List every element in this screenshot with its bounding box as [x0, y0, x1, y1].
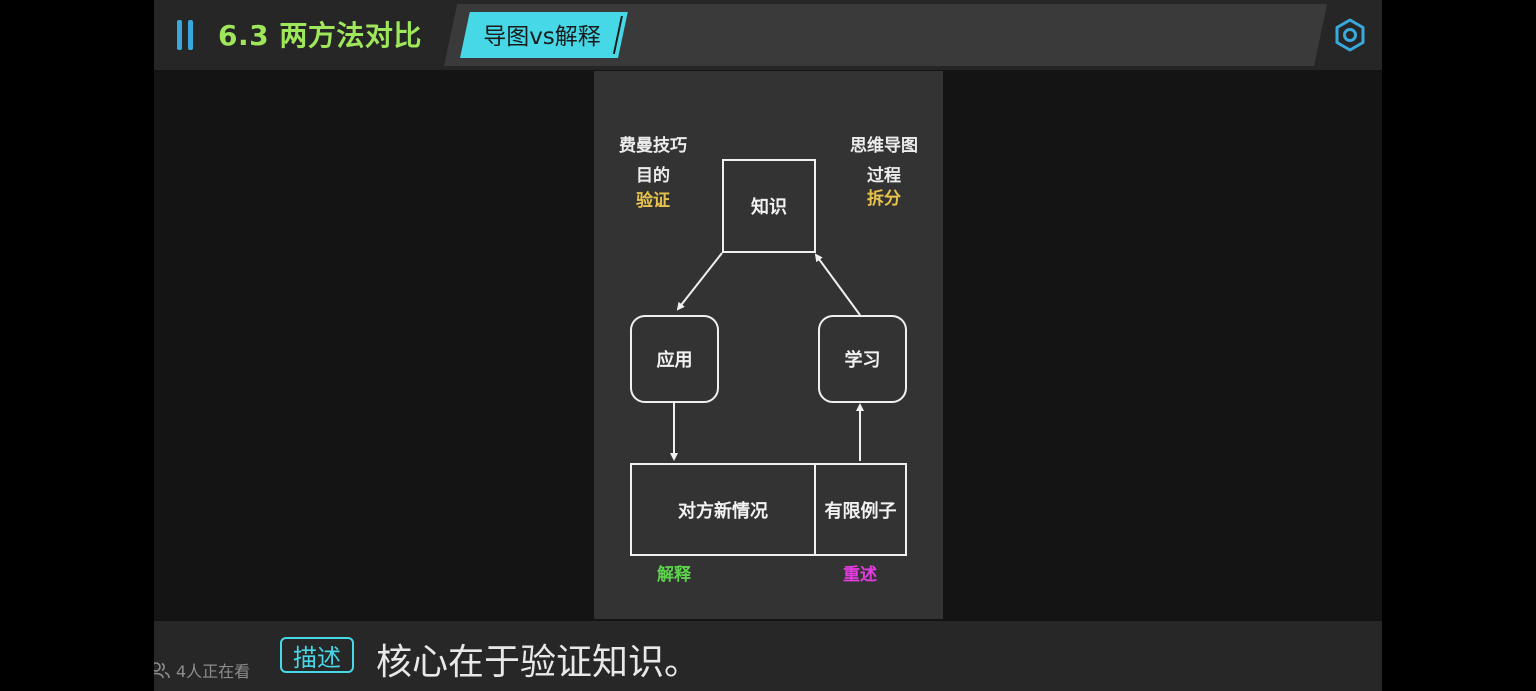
label-explain: 解释	[657, 565, 691, 585]
arrow-knowledge-to-apply	[676, 252, 723, 311]
right-heading-1: 思维导图	[850, 136, 918, 156]
subtitle-text: 核心在于验证知识。	[376, 642, 701, 683]
left-heading-1: 费曼技巧	[619, 136, 687, 156]
top-bar: 6.3 两方法对比 导图vs解释	[154, 0, 1382, 70]
left-keyword: 验证	[636, 191, 670, 211]
section-title: 6.3 两方法对比	[218, 19, 422, 52]
slide: 费曼技巧 目的 验证 思维导图 过程 拆分 知识 应用 学习 对方新情况 有限例…	[594, 71, 943, 619]
video-player[interactable]: 6.3 两方法对比 导图vs解释 费曼技巧 目的 验证 思维导图 过程 拆分 知…	[154, 0, 1382, 691]
node-new-situation: 对方新情况	[630, 463, 816, 556]
label-restate: 重述	[843, 565, 877, 585]
node-limited-examples: 有限例子	[814, 463, 907, 556]
right-heading-2: 过程	[867, 166, 901, 186]
settings-button[interactable]	[1332, 17, 1368, 53]
left-heading-2: 目的	[636, 166, 670, 186]
node-knowledge-label: 知识	[751, 197, 787, 218]
node-new-situation-label: 对方新情况	[678, 500, 768, 522]
tab-active[interactable]	[460, 12, 628, 58]
arrow-learn-to-knowledge	[814, 253, 861, 316]
node-limited-examples-label: 有限例子	[824, 500, 897, 522]
node-apply: 应用	[630, 315, 719, 403]
node-apply-label: 应用	[656, 350, 693, 371]
settings-icon	[1335, 18, 1365, 52]
describe-badge: 描述	[280, 637, 354, 673]
node-knowledge: 知识	[722, 159, 816, 253]
node-learn-label: 学习	[844, 350, 881, 371]
viewer-count: 4人正在看	[154, 658, 250, 682]
pause-button[interactable]	[174, 20, 196, 50]
node-learn: 学习	[818, 315, 907, 403]
people-icon	[154, 662, 170, 679]
right-keyword: 拆分	[867, 189, 901, 209]
viewer-count-text: 4人正在看	[176, 662, 251, 681]
subtitle-bar: 4人正在看 描述 核心在于验证知识。	[154, 621, 1382, 691]
